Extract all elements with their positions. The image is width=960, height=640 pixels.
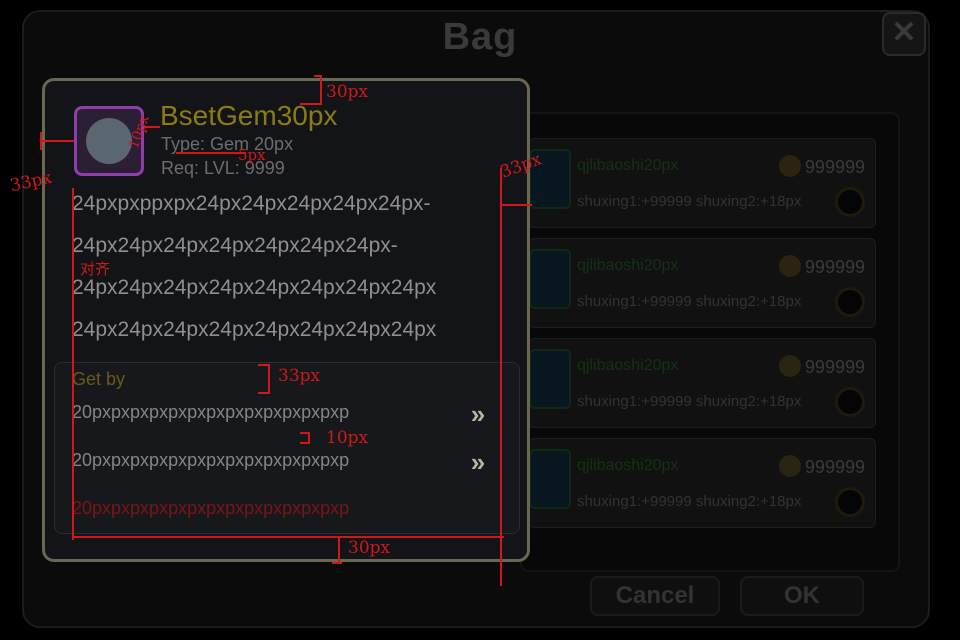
annotation-line [258, 392, 270, 394]
close-icon: ✕ [891, 16, 917, 49]
source-row[interactable]: 20pxpxpxpxpxpxpxpxpxpxpxpxpxp » [72, 446, 500, 478]
bag-item-name: qjlibaoshi20px [577, 357, 679, 374]
annotation-line [500, 204, 532, 206]
bag-item-attrs: shuxing1:+99999 shuxing2:+18px [577, 193, 802, 210]
annotation-line [40, 140, 74, 142]
bag-item[interactable]: qjlibaoshi20px 999999 shuxing1:+99999 sh… [528, 238, 876, 328]
select-slot-icon[interactable] [835, 287, 865, 317]
annotation-line [338, 536, 340, 564]
bag-item-name: qjlibaoshi20px [577, 257, 679, 274]
bag-item-name: qjlibaoshi20px [577, 457, 679, 474]
annotation-line [300, 103, 322, 105]
source-text: 20pxpxpxpxpxpxpxpxpxpxpxpxpxp [72, 450, 350, 470]
bag-item-price: 999999 [804, 157, 865, 177]
cancel-button[interactable]: Cancel [590, 576, 720, 616]
double-chevron-right-icon[interactable]: » [460, 448, 496, 476]
select-slot-icon[interactable] [835, 487, 865, 517]
annotation-bottom-gap: 30px [348, 538, 391, 558]
source-text: 20pxpxpxpxpxpxpxpxpxpxpxpxpxp [72, 498, 350, 518]
ok-button[interactable]: OK [740, 576, 864, 616]
coin-icon [779, 355, 801, 377]
coin-icon [779, 455, 801, 477]
annotation-line [40, 132, 42, 150]
annotation-row-gap: 10px [326, 428, 369, 448]
coin-icon [779, 155, 801, 177]
gem-thumbnail-icon [529, 349, 571, 409]
annotation-getby-gap: 33px [278, 366, 321, 386]
bag-item-price: 999999 [804, 457, 865, 477]
annotation-top-gap: 30px [326, 82, 369, 102]
annotation-align-note: 对齐 [80, 260, 111, 278]
annotation-line [320, 75, 322, 105]
double-chevron-right-icon[interactable]: » [460, 400, 496, 428]
bag-item-name: qjlibaoshi20px [577, 157, 679, 174]
item-requirement: Req: LVL: 9999 [161, 158, 285, 178]
gem-icon [86, 118, 132, 164]
annotation-line [300, 442, 310, 444]
get-by-title: Get by [72, 369, 126, 389]
bag-item-attrs: shuxing1:+99999 shuxing2:+18px [577, 293, 802, 310]
select-slot-icon[interactable] [835, 387, 865, 417]
annotation-line [500, 168, 502, 586]
bag-item-price: 999999 [804, 257, 865, 277]
description-line: 24px24px24px24px24px24px24px- [72, 234, 398, 257]
gem-thumbnail-icon [529, 249, 571, 309]
bag-item[interactable]: qjlibaoshi20px 999999 shuxing1:+99999 sh… [528, 338, 876, 428]
annotation-line [72, 536, 504, 538]
source-text: 20pxpxpxpxpxpxpxpxpxpxpxpxpxp [72, 402, 350, 422]
source-row-disabled: 20pxpxpxpxpxpxpxpxpxpxpxpxpxp [72, 494, 500, 526]
annotation-line-gap: 5px [238, 146, 266, 164]
annotation-line [268, 364, 270, 394]
description-line: 24px24px24px24px24px24px24px24px [72, 276, 437, 299]
bag-item-attrs: shuxing1:+99999 shuxing2:+18px [577, 393, 802, 410]
description-line: 24pxpxppxpx24px24px24px24px24px- [72, 192, 431, 215]
annotation-line [332, 562, 342, 564]
select-slot-icon[interactable] [835, 187, 865, 217]
bag-item-price: 999999 [804, 357, 865, 377]
annotation-line [176, 152, 246, 154]
annotation-line [72, 188, 74, 540]
bag-item-attrs: shuxing1:+99999 shuxing2:+18px [577, 493, 802, 510]
coin-icon [779, 255, 801, 277]
close-button[interactable]: ✕ [882, 12, 926, 56]
source-row[interactable]: 20pxpxpxpxpxpxpxpxpxpxpxpxpxp » [72, 398, 500, 430]
bag-item[interactable]: qjlibaoshi20px 999999 shuxing1:+99999 sh… [528, 438, 876, 528]
bag-title: Bag [442, 16, 518, 58]
bag-item[interactable]: qjlibaoshi20px 999999 shuxing1:+99999 sh… [528, 138, 876, 228]
description-line: 24px24px24px24px24px24px24px24px [72, 318, 437, 341]
gem-thumbnail-icon [529, 449, 571, 509]
